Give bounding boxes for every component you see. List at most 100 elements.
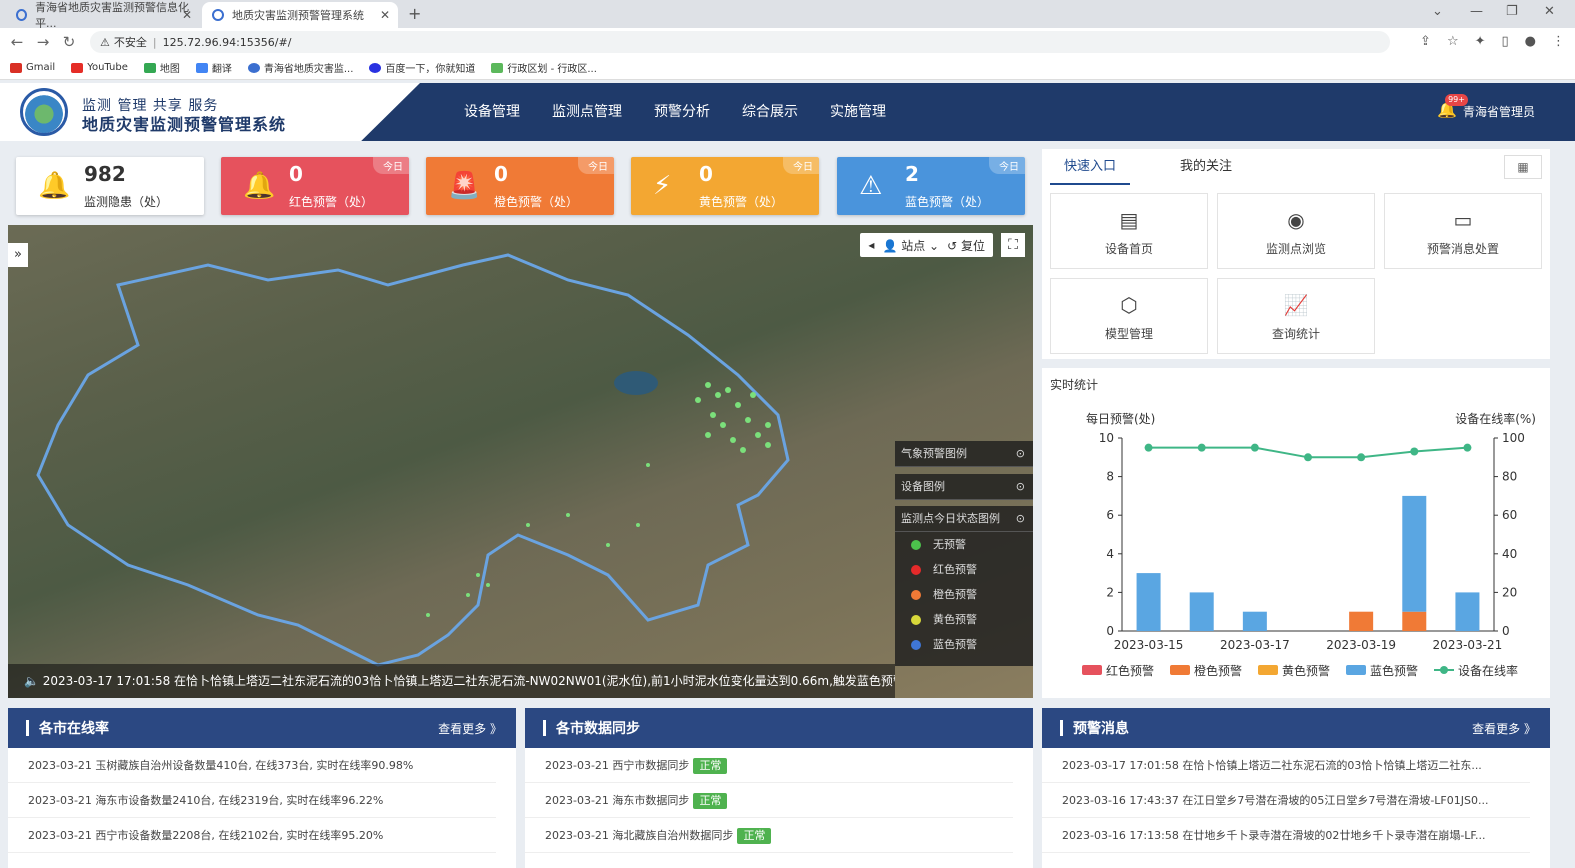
grid-icon[interactable]: ▦ xyxy=(1504,155,1542,179)
nav-warning-analysis[interactable]: 预警分析 xyxy=(638,83,726,141)
expand-panel-icon[interactable]: » xyxy=(8,243,28,267)
browser-tab-1[interactable]: 青海省地质灾害监测预警信息化平... ✕ xyxy=(6,1,200,30)
legend-label: 无预警 xyxy=(933,538,966,551)
station-label: 站点 xyxy=(901,238,926,253)
warning-messages-card: 预警消息 查看更多 》 2023-03-17 17:01:58 在恰卜恰镇上塔迈… xyxy=(1042,708,1550,868)
stat-card-blue[interactable]: ⚠ 2 蓝色预警（处） 今日 xyxy=(837,157,1025,215)
satellite-map[interactable]: » ◂ 👤 站点 ⌄ ↺ 复位 ⛶ 气象预警图例 ⊙ 设备图例 ⊙ 监测点今日状态图… xyxy=(8,225,1033,698)
quick-model-management[interactable]: ⬡ 模型管理 xyxy=(1050,278,1208,354)
legend-swatch xyxy=(1346,665,1366,675)
chevron-icon: ⊙ xyxy=(1015,447,1025,460)
star-icon[interactable]: ☆ xyxy=(1447,34,1459,49)
quick-warning-handle[interactable]: ▭ 预警消息处置 xyxy=(1384,193,1542,269)
bookmark-division[interactable]: 行政区划 - 行政区... xyxy=(491,60,597,75)
status-legend[interactable]: 监测点今日状态图例 ⊙ 无预警 红色预警 橙色预警 黄色预警 蓝色预警 xyxy=(895,506,1033,666)
quick-query-stats[interactable]: 📈 查询统计 xyxy=(1217,278,1375,354)
sidebar-icon[interactable]: ▯ xyxy=(1502,34,1509,49)
stats-chart: 02468100204060801002023-03-15 2023-03-17 2… xyxy=(1082,431,1525,678)
tab-quick-entry[interactable]: 快速入口 xyxy=(1050,149,1131,185)
stat-label: 监测隐患（处） xyxy=(84,195,169,209)
stat-value: 0 xyxy=(699,162,713,186)
address-input[interactable]: ⚠ 不安全 | 125.72.96.94:15356/#/ xyxy=(90,31,1390,53)
device-legend-toggle[interactable]: 设备图例 ⊙ xyxy=(895,474,1033,500)
reload-icon[interactable]: ↻ xyxy=(56,33,82,51)
collapse-arrow-icon[interactable]: ◂ xyxy=(868,238,874,252)
legend-item: 蓝色预警 xyxy=(895,632,1033,657)
ticker-text: 2023-03-17 17:01:58 在恰卜恰镇上塔迈二社东泥石流的03恰卜恰… xyxy=(42,674,895,688)
left-tick-label: 8 xyxy=(1106,470,1114,484)
restore-icon[interactable]: ❐ xyxy=(1506,4,1518,19)
left-tick-label: 0 xyxy=(1106,624,1114,638)
close-tab-icon[interactable]: ✕ xyxy=(182,8,192,22)
list-item[interactable]: 2023-03-21 海北藏族自治州数据同步 正常 xyxy=(525,818,1013,853)
monitor-icon: ▤ xyxy=(1119,208,1139,232)
bookmark-label: Gmail xyxy=(26,62,56,73)
orange-dot-icon xyxy=(911,589,921,600)
bookmark-baidu[interactable]: 百度一下，你就知道 xyxy=(369,60,475,75)
share-icon[interactable]: ⇪ xyxy=(1420,34,1431,49)
forward-icon[interactable]: → xyxy=(30,33,56,51)
view-more-link[interactable]: 查看更多 》 xyxy=(438,720,502,737)
alert-ticker[interactable]: 🔈 2023-03-17 17:01:58 在恰卜恰镇上塔迈二社东泥石流的03恰… xyxy=(8,664,895,698)
legend-swatch-dot xyxy=(1440,666,1448,674)
bar-蓝色预警 xyxy=(1136,573,1161,631)
quick-point-browse[interactable]: ◉ 监测点浏览 xyxy=(1217,193,1375,269)
tab-title: 地质灾害监测预警管理系统 xyxy=(232,9,364,22)
left-tick-label: 10 xyxy=(1099,431,1114,445)
bookmark-youtube[interactable]: YouTube xyxy=(71,62,128,73)
left-tick-label: 4 xyxy=(1106,547,1114,561)
list-item[interactable]: 2023-03-21 西宁市设备数量2208台, 在线2102台, 实时在线率9… xyxy=(8,818,496,853)
bookmark-label: 青海省地质灾害监... xyxy=(263,64,354,75)
quick-label: 查询统计 xyxy=(1271,327,1320,341)
list-item[interactable]: 2023-03-16 17:13:58 在廿地乡千卜录寺潜在滑坡的02廿地乡千卜… xyxy=(1042,818,1530,853)
list-item[interactable]: 2023-03-21 海东市数据同步 正常 xyxy=(525,783,1013,818)
menu-icon[interactable]: ⋮ xyxy=(1552,34,1565,49)
tab-list-icon[interactable]: ⌄ xyxy=(1432,4,1443,19)
close-tab-icon[interactable]: ✕ xyxy=(380,8,390,22)
reset-button[interactable]: ↺ 复位 xyxy=(947,237,985,254)
sync-text: 2023-03-21 海北藏族自治州数据同步 xyxy=(545,829,734,842)
stat-card-orange[interactable]: 🚨 0 橙色预警（处） 今日 xyxy=(426,157,614,215)
nav-overview[interactable]: 综合展示 xyxy=(726,83,814,141)
stat-card-red[interactable]: 🔔 0 红色预警（处） 今日 xyxy=(221,157,409,215)
fullscreen-icon[interactable]: ⛶ xyxy=(1001,233,1025,257)
close-window-icon[interactable]: ✕ xyxy=(1544,4,1555,19)
new-tab-icon[interactable]: + xyxy=(408,4,421,23)
quick-device-home[interactable]: ▤ 设备首页 xyxy=(1050,193,1208,269)
minimize-icon[interactable]: — xyxy=(1470,4,1483,19)
main-nav: 设备管理 监测点管理 预警分析 综合展示 实施管理 xyxy=(448,83,902,141)
list-item[interactable]: 2023-03-21 西宁市数据同步 正常 xyxy=(525,748,1013,783)
list-item[interactable]: 2023-03-17 17:01:58 在恰卜恰镇上塔迈二社东泥石流的03恰卜恰… xyxy=(1042,748,1530,783)
browser-tab-2[interactable]: 地质灾害监测预警管理系统 ✕ xyxy=(202,2,398,28)
map-toolbar: ◂ 👤 站点 ⌄ ↺ 复位 xyxy=(860,233,993,257)
stat-card-hazards[interactable]: 🔔 982 监测隐患（处） xyxy=(16,157,204,215)
blue-dot-icon xyxy=(911,639,921,650)
list-item[interactable]: 2023-03-21 玉树藏族自治州设备数量410台, 在线373台, 实时在线… xyxy=(8,748,496,783)
back-icon[interactable]: ← xyxy=(4,33,30,51)
stat-label: 红色预警（处） xyxy=(289,195,374,209)
tab-my-follow[interactable]: 我的关注 xyxy=(1166,149,1246,185)
bar-蓝色预警 xyxy=(1455,592,1480,631)
extensions-icon[interactable]: ✦ xyxy=(1475,34,1486,49)
bookmark-gmail[interactable]: Gmail xyxy=(10,62,55,73)
view-more-link[interactable]: 查看更多 》 xyxy=(1472,720,1536,737)
stat-card-yellow[interactable]: ⚡ 0 黄色预警（处） 今日 xyxy=(631,157,819,215)
nav-monitoring-points[interactable]: 监测点管理 xyxy=(536,83,638,141)
bookmark-maps[interactable]: 地图 xyxy=(143,60,180,75)
nav-implementation[interactable]: 实施管理 xyxy=(814,83,902,141)
notification-bell-icon[interactable]: 🔔 99+ xyxy=(1437,94,1468,119)
legend-title: 设备图例 xyxy=(901,480,945,493)
station-selector[interactable]: 👤 站点 ⌄ xyxy=(882,237,939,254)
user-name[interactable]: 青海省管理员 xyxy=(1463,83,1535,141)
list-item[interactable]: 2023-03-21 海东市设备数量2410台, 在线2319台, 实时在线率9… xyxy=(8,783,496,818)
sync-text: 2023-03-21 海东市数据同步 xyxy=(545,794,690,807)
bookmark-qinghai[interactable]: 青海省地质灾害监... xyxy=(247,60,354,75)
list-item[interactable]: 2023-03-16 17:43:37 在江日堂乡7号潜在滑坡的05江日堂乡7号… xyxy=(1042,783,1530,818)
weather-legend-toggle[interactable]: 气象预警图例 ⊙ xyxy=(895,441,1033,467)
profile-icon[interactable]: ● xyxy=(1525,34,1536,49)
nav-device-management[interactable]: 设备管理 xyxy=(448,83,536,141)
gmail-icon xyxy=(10,62,22,73)
bookmark-translate[interactable]: 翻译 xyxy=(195,60,232,75)
separator: | xyxy=(152,35,157,49)
globe-icon xyxy=(247,62,260,73)
